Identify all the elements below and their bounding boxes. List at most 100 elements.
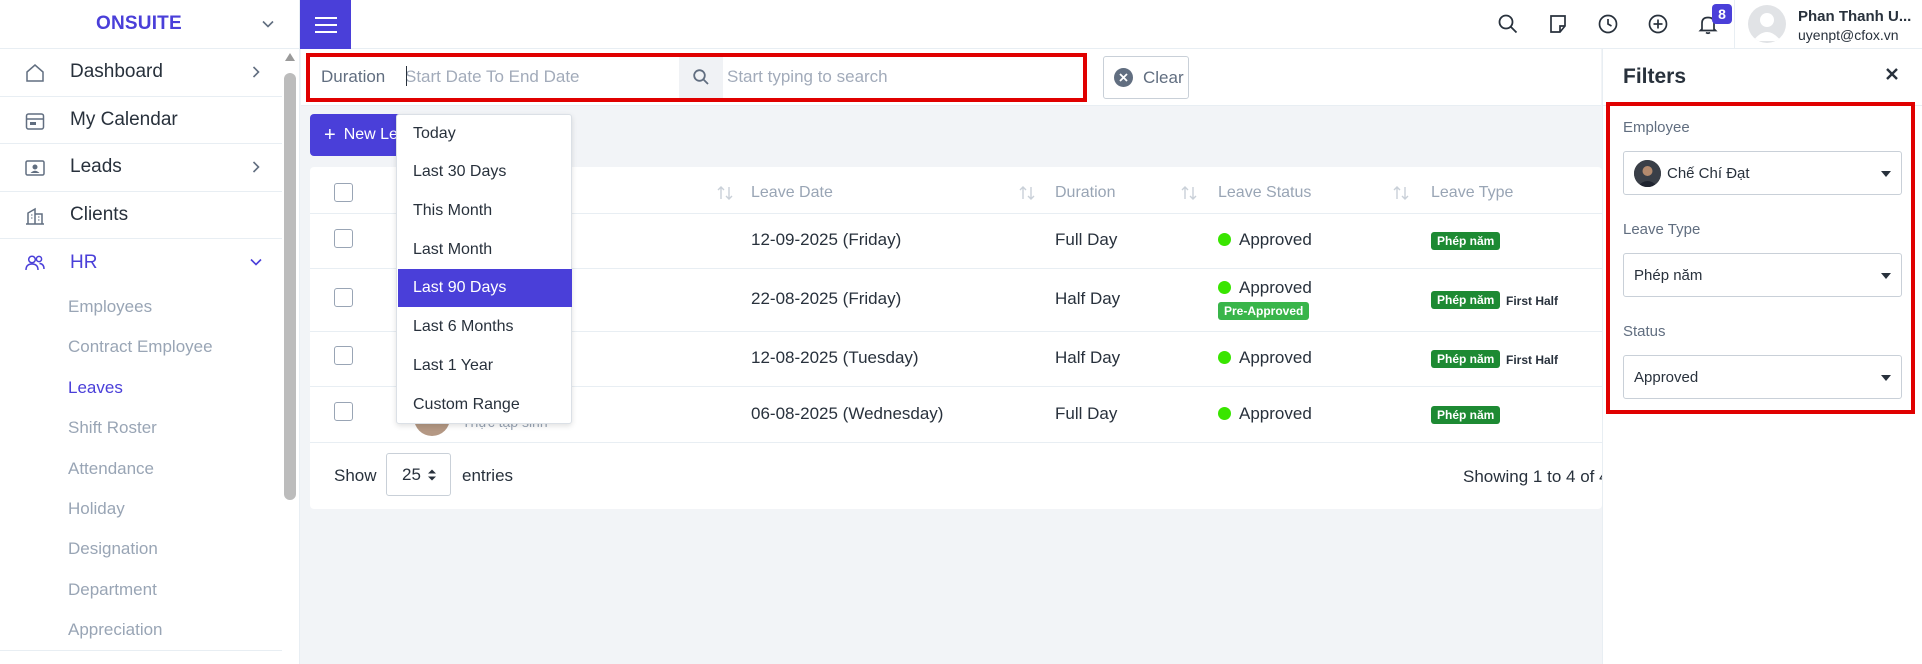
building-icon [24, 205, 46, 227]
duration-option-this-month[interactable]: This Month [398, 192, 572, 230]
sidebar-item-label: My Calendar [70, 108, 178, 130]
row-checkbox[interactable] [334, 346, 353, 365]
duration-option-last-90-days[interactable]: Last 90 Days [398, 269, 572, 307]
half-day-label: First Half [1506, 294, 1559, 308]
status-cell: Approved [1239, 348, 1312, 367]
status-cell: Approved [1239, 278, 1312, 297]
sidebar-item-leads[interactable]: Leads [0, 144, 282, 192]
sort-icon[interactable] [1180, 185, 1198, 201]
sidebar: ONSUITE Dashboard My Calendar Leads Clie… [0, 0, 300, 664]
sidebar-item-hr[interactable]: HR [0, 239, 282, 287]
entries-label: entries [462, 466, 514, 485]
divider [0, 650, 282, 651]
menu-toggle-button[interactable] [300, 0, 351, 49]
sidebar-sub-designation[interactable]: Designation [68, 539, 158, 559]
sort-arrows-icon [427, 468, 437, 482]
status-cell: Approved [1239, 230, 1312, 249]
highlight-box [1606, 102, 1915, 414]
leave-date-cell: 06-08-2025 (Wednesday) [751, 404, 944, 423]
brand[interactable]: ONSUITE [0, 0, 299, 49]
leave-date-cell: 12-08-2025 (Tuesday) [751, 348, 919, 367]
notification-count-badge: 8 [1712, 4, 1732, 24]
brand-name: ONSUITE [96, 13, 182, 34]
row-checkbox[interactable] [334, 402, 353, 421]
user-email: uyenpt@cfox.vn [1798, 27, 1899, 43]
scrollbar-thumb[interactable] [284, 73, 296, 500]
duration-cell: Half Day [1055, 348, 1121, 367]
sidebar-sub-attendance[interactable]: Attendance [68, 459, 154, 479]
entries-value: 25 [402, 464, 421, 484]
show-label: Show [334, 466, 377, 485]
divider [1734, 0, 1735, 49]
status-dot [1218, 407, 1231, 420]
clock-icon[interactable] [1597, 13, 1619, 35]
entries-per-page-select[interactable]: 25 [386, 453, 451, 496]
row-checkbox[interactable] [334, 288, 353, 307]
duration-cell: Full Day [1055, 404, 1118, 423]
column-header-leave-type[interactable]: Leave Type [1431, 184, 1513, 202]
pagination-info: Showing 1 to 4 of 4 [1463, 467, 1602, 486]
select-all-checkbox[interactable] [334, 183, 353, 202]
status-cell: Approved [1239, 404, 1312, 423]
users-icon [24, 252, 46, 274]
hamburger-icon [314, 16, 337, 34]
sidebar-item-my-calendar[interactable]: My Calendar [0, 97, 282, 144]
divider [310, 442, 1602, 443]
duration-option-custom-range[interactable]: Custom Range [398, 386, 572, 424]
sidebar-item-clients[interactable]: Clients [0, 192, 282, 239]
sidebar-nav: Dashboard My Calendar Leads Clients HR [0, 49, 282, 287]
scroll-up-arrow-icon[interactable] [285, 53, 295, 61]
duration-dropdown: Today Last 30 Days This Month Last Month… [396, 114, 572, 424]
leave-date-cell: 22-08-2025 (Friday) [751, 289, 902, 308]
contact-card-icon [24, 157, 46, 179]
duration-option-today[interactable]: Today [398, 115, 572, 153]
half-day-label: First Half [1506, 353, 1559, 367]
leave-type-badge: Phép năm [1431, 232, 1501, 250]
sidebar-item-label: Dashboard [70, 61, 163, 83]
sidebar-item-label: Clients [70, 203, 129, 225]
row-checkbox[interactable] [334, 229, 353, 248]
status-dot [1218, 233, 1231, 246]
sidebar-scrollbar[interactable] [283, 53, 297, 664]
duration-option-last-1-year[interactable]: Last 1 Year [398, 347, 572, 385]
duration-option-last-6-months[interactable]: Last 6 Months [398, 308, 572, 346]
status-dot [1218, 281, 1231, 294]
close-icon[interactable] [1885, 67, 1899, 81]
sidebar-sub-shift-roster[interactable]: Shift Roster [68, 418, 157, 438]
sort-icon[interactable] [716, 185, 734, 201]
sticky-note-icon[interactable] [1547, 13, 1569, 35]
duration-option-last-30-days[interactable]: Last 30 Days [398, 153, 572, 191]
chevron-down-icon [248, 254, 264, 270]
duration-option-last-month[interactable]: Last Month [398, 231, 572, 269]
sort-icon[interactable] [1392, 185, 1410, 201]
column-header-leave-date[interactable]: Leave Date [751, 184, 833, 202]
sidebar-item-dashboard[interactable]: Dashboard [0, 49, 282, 97]
filters-title: Filters [1623, 65, 1687, 88]
status-dot [1218, 351, 1231, 364]
clear-button-label: Clear [1143, 67, 1184, 87]
chevron-right-icon [248, 159, 264, 175]
duration-cell: Full Day [1055, 230, 1118, 249]
sidebar-sub-appreciation[interactable]: Appreciation [68, 620, 163, 640]
sort-icon[interactable] [1018, 185, 1036, 201]
sidebar-sub-holiday[interactable]: Holiday [68, 499, 125, 519]
highlight-box [306, 53, 1087, 102]
clear-button[interactable]: Clear [1103, 56, 1189, 99]
sidebar-sub-contract-employee[interactable]: Contract Employee [68, 337, 213, 357]
user-avatar[interactable] [1748, 5, 1786, 43]
chevron-down-icon[interactable] [260, 16, 276, 32]
sidebar-sub-employees[interactable]: Employees [68, 297, 152, 317]
duration-cell: Half Day [1055, 289, 1121, 308]
plus-circle-icon[interactable] [1647, 13, 1669, 35]
sidebar-sub-leaves[interactable]: Leaves [68, 378, 123, 398]
user-name[interactable]: Phan Thanh U... [1798, 8, 1911, 25]
sidebar-item-label: Leads [70, 156, 122, 178]
leave-type-badge: Phép năm [1431, 291, 1501, 309]
column-header-leave-status[interactable]: Leave Status [1218, 184, 1311, 202]
leave-type-badge: Phép năm [1431, 406, 1501, 424]
plus-icon: + [324, 124, 336, 146]
column-header-duration[interactable]: Duration [1055, 184, 1115, 202]
search-icon[interactable] [1497, 13, 1519, 35]
chevron-right-icon [248, 64, 264, 80]
sidebar-sub-department[interactable]: Department [68, 580, 157, 600]
